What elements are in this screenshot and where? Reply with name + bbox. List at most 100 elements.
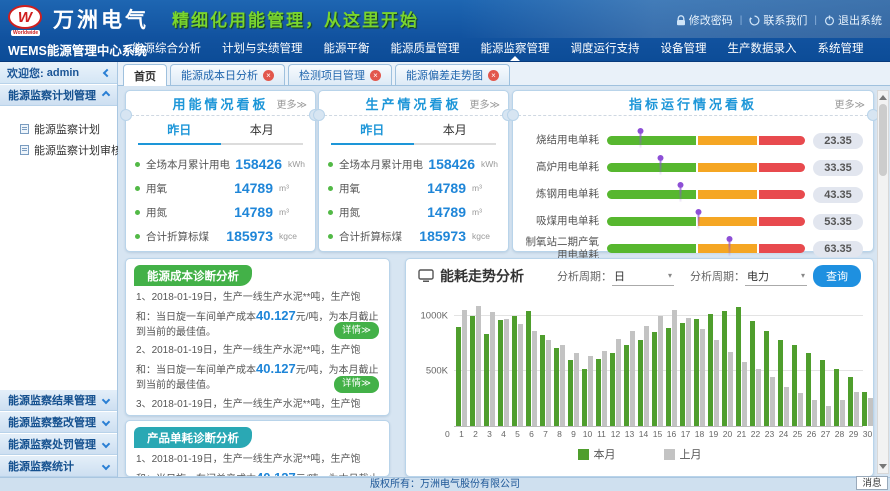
indicator-board: 指标运行情况看板 更多≫ 烧结用电单耗23.35高炉用电单耗33.35炼钢用电单… [512,90,874,252]
top-link-1[interactable]: 联系我们 [749,12,807,28]
nav-item-2[interactable]: 能源平衡 [324,38,370,61]
panel-title: 生产情况看板 [365,94,461,113]
close-tab-icon[interactable]: × [263,70,274,81]
nav-item-8[interactable]: 系统管理 [818,38,864,61]
close-tab-icon[interactable]: × [370,70,381,81]
company-logo: W Worldwide 万洲电气 [0,3,149,35]
nav-item-7[interactable]: 生产数据录入 [728,38,797,61]
chevron-down-icon: ▾ [801,271,805,280]
chart-bar [806,353,811,426]
nav-item-3[interactable]: 能源质量管理 [391,38,460,61]
board-tab-1[interactable]: 本月 [221,119,304,145]
chart-bar [798,393,803,426]
panel-header: 用能情况看板 更多≫ [126,91,315,116]
sidebar-section-1[interactable]: 能源监察结果管理 [0,389,117,411]
sidebar-section-3[interactable]: 能源监察处罚管理 [0,433,117,455]
more-link[interactable]: 更多≫ [277,96,307,111]
sidebar-section-4[interactable]: 能源监察统计 [0,455,117,477]
panel-title: 指标运行情况看板 [629,94,757,113]
query-button[interactable]: 查询 [813,265,861,287]
period-select-0[interactable]: 日▾ [612,267,674,286]
chart-bar [834,369,839,426]
metric-label: 合计折算标煤 [339,229,414,244]
scroll-up-icon[interactable] [879,95,887,100]
x-axis-labels: 0123456789101112131415161718192021222324… [454,429,863,439]
chart-bar [554,348,559,426]
nav-item-6[interactable]: 设备管理 [661,38,707,61]
sidebar-item-0[interactable]: 能源监察计划 [20,118,117,139]
nav-item-5[interactable]: 调度运行支持 [571,38,640,61]
y-tick-label: 1000K [421,310,448,321]
legend-item: 本月 [578,446,616,462]
sidebar-sections-bottom: 能源监察结果管理能源监察整改管理能源监察处罚管理能源监察统计 [0,389,117,477]
board-row: 全场本月累计用电158426kWh [135,152,306,176]
sidebar-item-1[interactable]: 能源监察计划审核 [20,139,117,160]
document-icon [20,124,29,134]
metric-value: 14789 [414,180,466,196]
chart-bar [638,340,643,426]
top-link-0[interactable]: 修改密码 [676,12,733,28]
metric-unit: m³ [472,183,499,193]
x-tick-label: 16 [666,429,677,439]
x-tick-label: 4 [498,429,509,439]
indicator-value: 53.35 [813,214,863,230]
x-tick-label: 25 [792,429,803,439]
nav-item-1[interactable]: 计划与实绩管理 [222,38,303,61]
x-origin-label: 0 [445,429,450,439]
legend-label: 本月 [594,446,616,462]
logo-w-icon: W Worldwide [8,3,46,35]
sidebar-section-0[interactable]: 能源监察计划管理 [0,84,117,106]
board-tab-1[interactable]: 本月 [414,119,497,145]
chart-bar [792,345,797,426]
tab-0[interactable]: 首页 [123,64,167,86]
message-button[interactable]: 消息 [856,476,888,490]
detail-button[interactable]: 详情≫ [334,376,379,393]
tab-2[interactable]: 检测项目管理× [288,64,392,85]
energy-usage-board: 用能情况看板 更多≫ 昨日本月 全场本月累计用电158426kWh用氧14789… [125,90,316,252]
tab-1[interactable]: 能源成本日分析 × [170,64,285,85]
chart-bar [568,360,573,426]
sidebar-collapse-icon[interactable] [103,68,111,76]
sidebar-item-label: 能源监察计划 [34,121,100,137]
indicator-bar [607,217,805,226]
x-tick-label: 29 [848,429,859,439]
bar-group [834,299,845,426]
indicator-value: 43.35 [813,187,863,203]
scroll-down-icon[interactable] [879,464,887,469]
bar-group [512,299,523,426]
top-link-label: 退出系统 [838,12,882,28]
indicator-bar [607,244,805,253]
tab-label: 能源成本日分析 [181,67,258,83]
sidebar-section-2[interactable]: 能源监察整改管理 [0,411,117,433]
legend-swatch [664,449,675,460]
chart-bar [722,311,727,426]
nav-item-0[interactable]: 能源综合分析 [132,38,201,61]
chart-bar [602,351,607,426]
board-tab-0[interactable]: 昨日 [138,119,221,145]
chart-bar [462,310,467,426]
bar-group [456,299,467,426]
scrollbar-thumb[interactable] [879,104,887,176]
sidebar-section-label: 能源监察计划管理 [8,87,96,103]
more-link[interactable]: 更多≫ [835,96,865,111]
x-tick-label: 17 [680,429,691,439]
chart-bar [778,340,783,426]
chart-bar [470,316,475,426]
detail-button[interactable]: 详情≫ [334,322,379,339]
vertical-scrollbar[interactable] [877,90,889,474]
username: admin [47,67,79,79]
chart-bar [532,331,537,426]
period-select-1[interactable]: 电力▾ [745,267,807,286]
more-link[interactable]: 更多≫ [470,96,500,111]
logo-subtext: Worldwide [11,30,40,36]
chart-bar [854,392,859,426]
tab-3[interactable]: 能源偏差走势图× [395,64,510,85]
indicator-label: 炼钢用电单耗 [519,188,599,200]
board-tab-0[interactable]: 昨日 [331,119,414,145]
sidebar-sections-top: 能源监察计划管理 [0,84,117,106]
nav-item-4[interactable]: 能源监察管理 [481,38,550,61]
top-link-2[interactable]: 退出系统 [824,12,882,28]
logo-letter: W [8,5,42,29]
close-tab-icon[interactable]: × [488,70,499,81]
diagnosis-title-badge: 能源成本诊断分析 [134,265,252,286]
